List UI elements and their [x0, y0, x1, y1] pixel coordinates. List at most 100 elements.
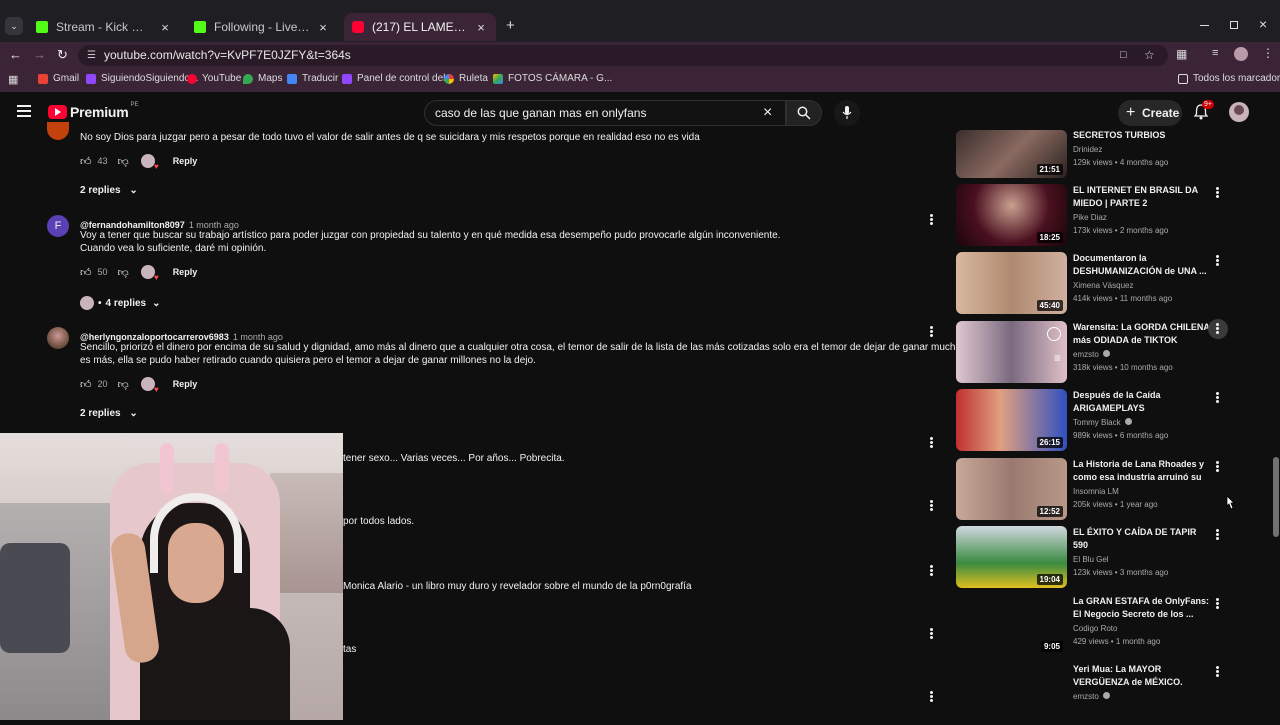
video-thumbnail[interactable] — [956, 663, 1067, 725]
avatar[interactable] — [47, 122, 69, 140]
browser-menu-icon[interactable]: ⋮ — [1262, 46, 1274, 60]
tab-youtube-video[interactable]: (217) EL LAMENTABLE ESTADO × — [344, 13, 496, 41]
tab-search-button[interactable]: ⌄ — [5, 17, 23, 35]
view-replies-button[interactable]: • 4 replies ⌄ — [80, 296, 161, 310]
add-to-queue-icon[interactable]: ≡ — [1054, 351, 1061, 365]
search-input[interactable]: caso de las que ganan mas en onlyfans × — [424, 100, 786, 126]
like-icon[interactable]: 👍︎ — [80, 155, 92, 168]
video-thumbnail[interactable]: 21:51 — [956, 130, 1067, 178]
minimize-icon[interactable] — [1200, 25, 1209, 26]
bookmark-youtube[interactable]: YouTube — [187, 73, 241, 84]
video-menu-icon[interactable] — [1216, 186, 1220, 200]
video-menu-icon[interactable] — [1216, 528, 1220, 542]
bookmark-siguiendo[interactable]: SiguiendoSiguiendo... — [86, 73, 198, 84]
video-thumbnail[interactable]: 45:40 — [956, 252, 1067, 314]
view-replies-button[interactable]: 2 replies ⌄ — [80, 408, 138, 419]
reply-button[interactable]: Reply — [173, 267, 198, 277]
video-meta: 989k views • 6 months ago — [1073, 431, 1169, 440]
dislike-icon[interactable]: 👎︎ — [118, 378, 129, 391]
bookmark-traducir[interactable]: Traducir — [287, 73, 338, 84]
voice-search-button[interactable] — [834, 100, 860, 126]
recommended-video[interactable]: 26:15 Después de la Caída ARIGAMEPLAYS T… — [956, 389, 1219, 451]
comment-menu-icon[interactable] — [930, 436, 934, 450]
video-menu-icon[interactable] — [1216, 322, 1220, 336]
clear-search-icon[interactable]: × — [763, 101, 772, 125]
page-scrollbar[interactable] — [1272, 92, 1280, 720]
recommended-video[interactable]: 21:51 SECRETOS TURBIOS Drinidez 129k vie… — [956, 130, 1216, 178]
comment-menu-icon[interactable] — [930, 564, 934, 578]
recommended-video[interactable]: ≡ Warensita: La GORDA CHILENA más ODIADA… — [956, 319, 1228, 383]
close-icon[interactable]: × — [474, 20, 488, 35]
reload-icon[interactable]: ↻ — [57, 47, 68, 63]
video-menu-icon[interactable] — [1216, 597, 1220, 611]
recommended-video[interactable]: 9:05 La GRAN ESTAFA de OnlyFans: El Nego… — [956, 595, 1219, 657]
tab-kick-following[interactable]: Following - Live Streams on Kick × — [186, 13, 338, 41]
forward-icon[interactable]: → — [33, 47, 46, 62]
account-avatar[interactable] — [1229, 102, 1249, 122]
dislike-icon[interactable]: 👎︎ — [118, 155, 129, 168]
hamburger-menu-icon[interactable] — [17, 105, 31, 117]
comment-menu-icon[interactable] — [930, 499, 934, 513]
recommended-video[interactable]: 19:04 EL ÉXITO Y CAÍDA DE TAPIR 590 El B… — [956, 526, 1219, 588]
tab-kick-dashboard[interactable]: Stream - Kick Dashboard × — [28, 13, 180, 41]
comment-menu-icon[interactable] — [930, 627, 934, 641]
video-thumbnail[interactable]: 9:05 — [956, 595, 1067, 657]
comment-text: Sencillo, priorizó el dinero por encima … — [80, 341, 1006, 367]
new-tab-button[interactable]: + — [506, 17, 515, 34]
video-thumbnail[interactable]: 18:25 — [956, 184, 1067, 246]
scrollbar-thumb[interactable] — [1273, 457, 1279, 537]
avatar[interactable]: F — [47, 215, 69, 237]
close-window-icon[interactable]: × — [1259, 16, 1267, 32]
profile-avatar[interactable] — [1234, 47, 1248, 61]
comment-menu-icon[interactable] — [930, 690, 934, 704]
avatar[interactable] — [47, 327, 69, 349]
all-bookmarks[interactable]: Todos los marcadores — [1178, 73, 1280, 84]
back-icon[interactable]: ← — [9, 47, 22, 62]
notifications-button[interactable]: 9+ — [1193, 100, 1214, 120]
bookmark-fotos[interactable]: FOTOS CÁMARA - G... — [493, 73, 612, 84]
video-thumbnail[interactable]: 26:15 — [956, 389, 1067, 451]
video-menu-icon[interactable] — [1216, 254, 1220, 268]
bookmark-ruleta[interactable]: Ruleta — [444, 73, 488, 84]
bookmark-maps[interactable]: Maps — [243, 73, 282, 84]
bookmark-gmail[interactable]: Gmail — [38, 73, 79, 84]
avatar-letter: F — [54, 220, 62, 232]
video-menu-icon[interactable] — [1216, 665, 1220, 679]
channel-name: Codigo Roto — [1073, 624, 1118, 633]
video-thumbnail[interactable]: 19:04 — [956, 526, 1067, 588]
apps-icon[interactable]: ▦ — [8, 73, 18, 86]
media-controls-icon[interactable]: ≡ — [1212, 47, 1218, 59]
like-icon[interactable]: 👍︎ — [80, 266, 92, 279]
video-thumbnail[interactable]: ≡ — [956, 321, 1067, 383]
bookmark-panel[interactable]: Panel de control del... — [342, 73, 454, 84]
reply-button[interactable]: Reply — [173, 379, 198, 389]
comment-menu-icon[interactable] — [930, 325, 934, 339]
bookmark-star-icon[interactable]: ☆ — [1144, 45, 1155, 66]
recommended-video[interactable]: Yeri Mua: La MAYOR VERGÜENZA de MÉXICO. … — [956, 663, 1219, 725]
address-bar[interactable]: ☰ youtube.com/watch?v=KvPF7E0JZFY&t=364s… — [78, 45, 1168, 66]
watch-later-icon[interactable] — [1047, 327, 1061, 341]
folder-icon — [1178, 73, 1188, 84]
like-icon[interactable]: 👍︎ — [80, 378, 92, 391]
search-button[interactable] — [786, 100, 822, 126]
close-icon[interactable]: × — [158, 20, 172, 35]
create-button[interactable]: + Create — [1118, 100, 1182, 126]
recommended-video[interactable]: 45:40 Documentaron la DESHUMANIZACIÓN de… — [956, 252, 1219, 314]
youtube-premium-logo[interactable]: Premium PE — [48, 102, 139, 120]
recommended-video[interactable]: 12:52 La Historia de Lana Rhoades y como… — [956, 458, 1219, 520]
extensions-icon[interactable]: ▦ — [1176, 47, 1187, 61]
recommended-video[interactable]: 18:25 EL INTERNET EN BRASIL DA MIEDO | P… — [956, 184, 1219, 246]
video-menu-button[interactable] — [1208, 319, 1228, 339]
site-info-icon[interactable]: ☰ — [87, 45, 96, 66]
restore-icon[interactable] — [1230, 21, 1238, 29]
dislike-icon[interactable]: 👎︎ — [118, 266, 129, 279]
close-icon[interactable]: × — [316, 20, 330, 35]
video-thumbnail[interactable]: 12:52 — [956, 458, 1067, 520]
reply-button[interactable]: Reply — [173, 156, 198, 166]
video-menu-icon[interactable] — [1216, 460, 1220, 474]
install-icon[interactable]: □ — [1120, 45, 1127, 66]
view-replies-button[interactable]: 2 replies ⌄ — [80, 185, 138, 196]
video-menu-icon[interactable] — [1216, 391, 1220, 405]
pillow — [0, 543, 70, 653]
comment-menu-icon[interactable] — [930, 213, 934, 227]
